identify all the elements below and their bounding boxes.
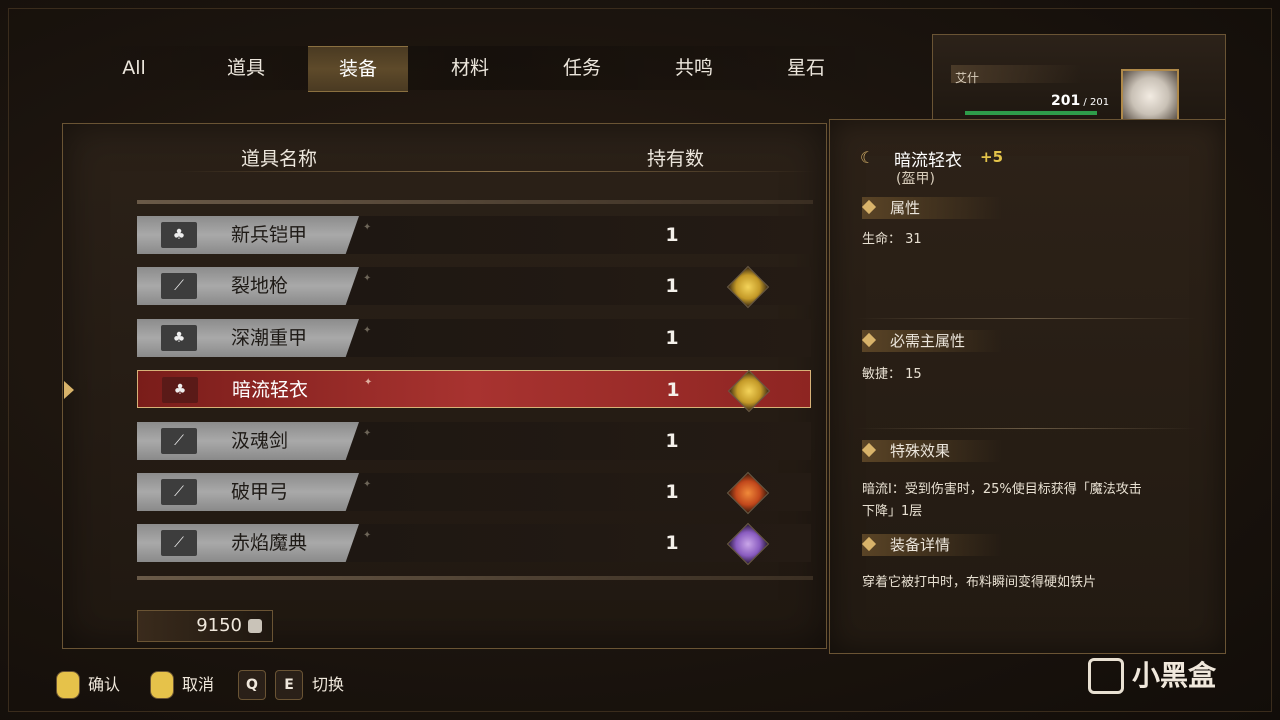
- section-divider: [856, 428, 1196, 429]
- cancel-label[interactable]: 取消: [182, 670, 214, 700]
- sparkle-icon: ✦: [363, 222, 372, 233]
- armor-icon: ♣: [161, 325, 197, 351]
- sparkle-icon: ✦: [363, 273, 372, 284]
- diamond-icon: [861, 442, 877, 458]
- section-attributes: 属性: [861, 197, 1002, 219]
- key-e[interactable]: E: [275, 670, 303, 700]
- scroll-top-edge: [137, 200, 813, 204]
- sparkle-icon: ✦: [363, 479, 372, 490]
- character-name: 艾什: [955, 71, 980, 85]
- blonde-character-avatar: [726, 265, 770, 309]
- armor-icon: ♣: [162, 377, 198, 403]
- column-header-name: 道具名称: [241, 148, 318, 170]
- mouse-right-icon: [150, 671, 174, 699]
- diamond-icon: [861, 536, 877, 552]
- sparkle-icon: ✦: [364, 377, 373, 388]
- column-header-count: 持有数: [647, 148, 705, 170]
- item-row[interactable]: ⟋ 赤焰魔典 ✦ 1: [137, 522, 811, 566]
- sword-icon: ⟋: [161, 479, 197, 505]
- tab-quests[interactable]: 任务: [532, 46, 632, 90]
- category-tabs: All 道具 装备 材料 任务 共鸣 星石: [78, 46, 898, 92]
- attribute-text: 生命： 31: [862, 232, 922, 247]
- enhance-level: +5: [980, 148, 1004, 166]
- item-count: 1: [665, 430, 679, 452]
- section-special-effect: 特殊效果: [861, 440, 1002, 462]
- tab-materials[interactable]: 材料: [420, 46, 520, 90]
- section-divider: [856, 318, 1196, 319]
- gold-counter: 9150: [137, 610, 273, 642]
- item-name: 裂地枪: [231, 275, 289, 297]
- special-effect-text-line1: 暗流Ⅰ：受到伤害时，25%使目标获得「魔法攻击: [862, 482, 1142, 497]
- tab-items[interactable]: 道具: [196, 46, 296, 90]
- tab-resonance[interactable]: 共鸣: [644, 46, 744, 90]
- item-row[interactable]: ♣ 深潮重甲 ✦ 1: [137, 319, 811, 357]
- confirm-label[interactable]: 确认: [88, 670, 120, 700]
- coin-icon: [248, 619, 262, 633]
- sword-icon: ⟋: [161, 530, 197, 556]
- item-count: 1: [666, 379, 680, 401]
- key-q[interactable]: Q: [238, 670, 266, 700]
- mouse-left-icon: [56, 671, 80, 699]
- hp-bar: [965, 111, 1097, 115]
- detail-subtitle: (盔甲): [896, 171, 935, 187]
- character-card[interactable]: 艾什 201 / 201: [932, 34, 1226, 129]
- diamond-icon: [861, 332, 877, 348]
- item-row[interactable]: ⟋ 汲魂剑 ✦ 1: [137, 422, 811, 460]
- moon-icon: ☾: [860, 148, 875, 167]
- item-count: 1: [665, 275, 679, 297]
- item-name: 暗流轻衣: [232, 379, 309, 401]
- blonde-character-avatar: [727, 369, 771, 413]
- item-count: 1: [665, 481, 679, 503]
- header-divider: [175, 171, 815, 172]
- item-name: 深潮重甲: [231, 327, 308, 349]
- item-row[interactable]: ♣ 新兵铠甲 ✦ 1: [137, 216, 811, 254]
- diamond-icon: [861, 199, 877, 215]
- sparkle-icon: ✦: [363, 428, 372, 439]
- gold-amount: 9150: [196, 615, 242, 636]
- tab-all[interactable]: All: [84, 46, 184, 90]
- special-effect-text-line2: 下降」1层: [862, 504, 923, 519]
- item-name: 新兵铠甲: [231, 224, 308, 246]
- watermark-logo-icon: [1088, 658, 1124, 694]
- scroll-bottom-edge: [137, 576, 813, 580]
- tab-equipment[interactable]: 装备: [308, 46, 408, 92]
- item-list-panel: 道具名称 持有数 ♣ 新兵铠甲 ✦ 1 ⟋ 裂地枪 ✦ 1 ♣ 深潮重甲 ✦ 1…: [62, 123, 827, 649]
- switch-label: 切换: [312, 675, 345, 694]
- item-name: 汲魂剑: [231, 430, 289, 452]
- character-hp: 201 / 201: [1051, 93, 1110, 109]
- item-count: 1: [665, 532, 679, 554]
- required-attribute-text: 敏捷： 15: [862, 367, 922, 382]
- item-count: 1: [665, 224, 679, 246]
- item-row[interactable]: ⟋ 裂地枪 ✦ 1: [137, 265, 811, 309]
- section-equipment-details: 装备详情: [861, 534, 1002, 556]
- purple-hair-character-avatar: [726, 522, 770, 566]
- sword-icon: ⟋: [161, 273, 197, 299]
- item-name: 赤焰魔典: [231, 532, 308, 554]
- tab-starstones[interactable]: 星石: [756, 46, 856, 90]
- item-row-selected[interactable]: ♣ 暗流轻衣 ✦ 1: [137, 369, 811, 413]
- item-row[interactable]: ⟋ 破甲弓 ✦ 1: [137, 471, 811, 515]
- armor-icon: ♣: [161, 222, 197, 248]
- equipment-details-text: 穿着它被打中时，布料瞬间变得硬如铁片: [862, 575, 1097, 590]
- item-detail-panel: ☾ 暗流轻衣 +5 (盔甲) 属性 生命： 31 必需主属性 敏捷： 15 特殊…: [829, 119, 1226, 654]
- item-name: 破甲弓: [231, 481, 289, 503]
- section-required-attributes: 必需主属性: [861, 330, 1002, 352]
- sword-icon: ⟋: [161, 428, 197, 454]
- item-count: 1: [665, 327, 679, 349]
- sparkle-icon: ✦: [363, 325, 372, 336]
- selection-cursor-icon: [64, 381, 74, 399]
- sparkle-icon: ✦: [363, 530, 372, 541]
- orange-hair-character-avatar: [726, 471, 770, 515]
